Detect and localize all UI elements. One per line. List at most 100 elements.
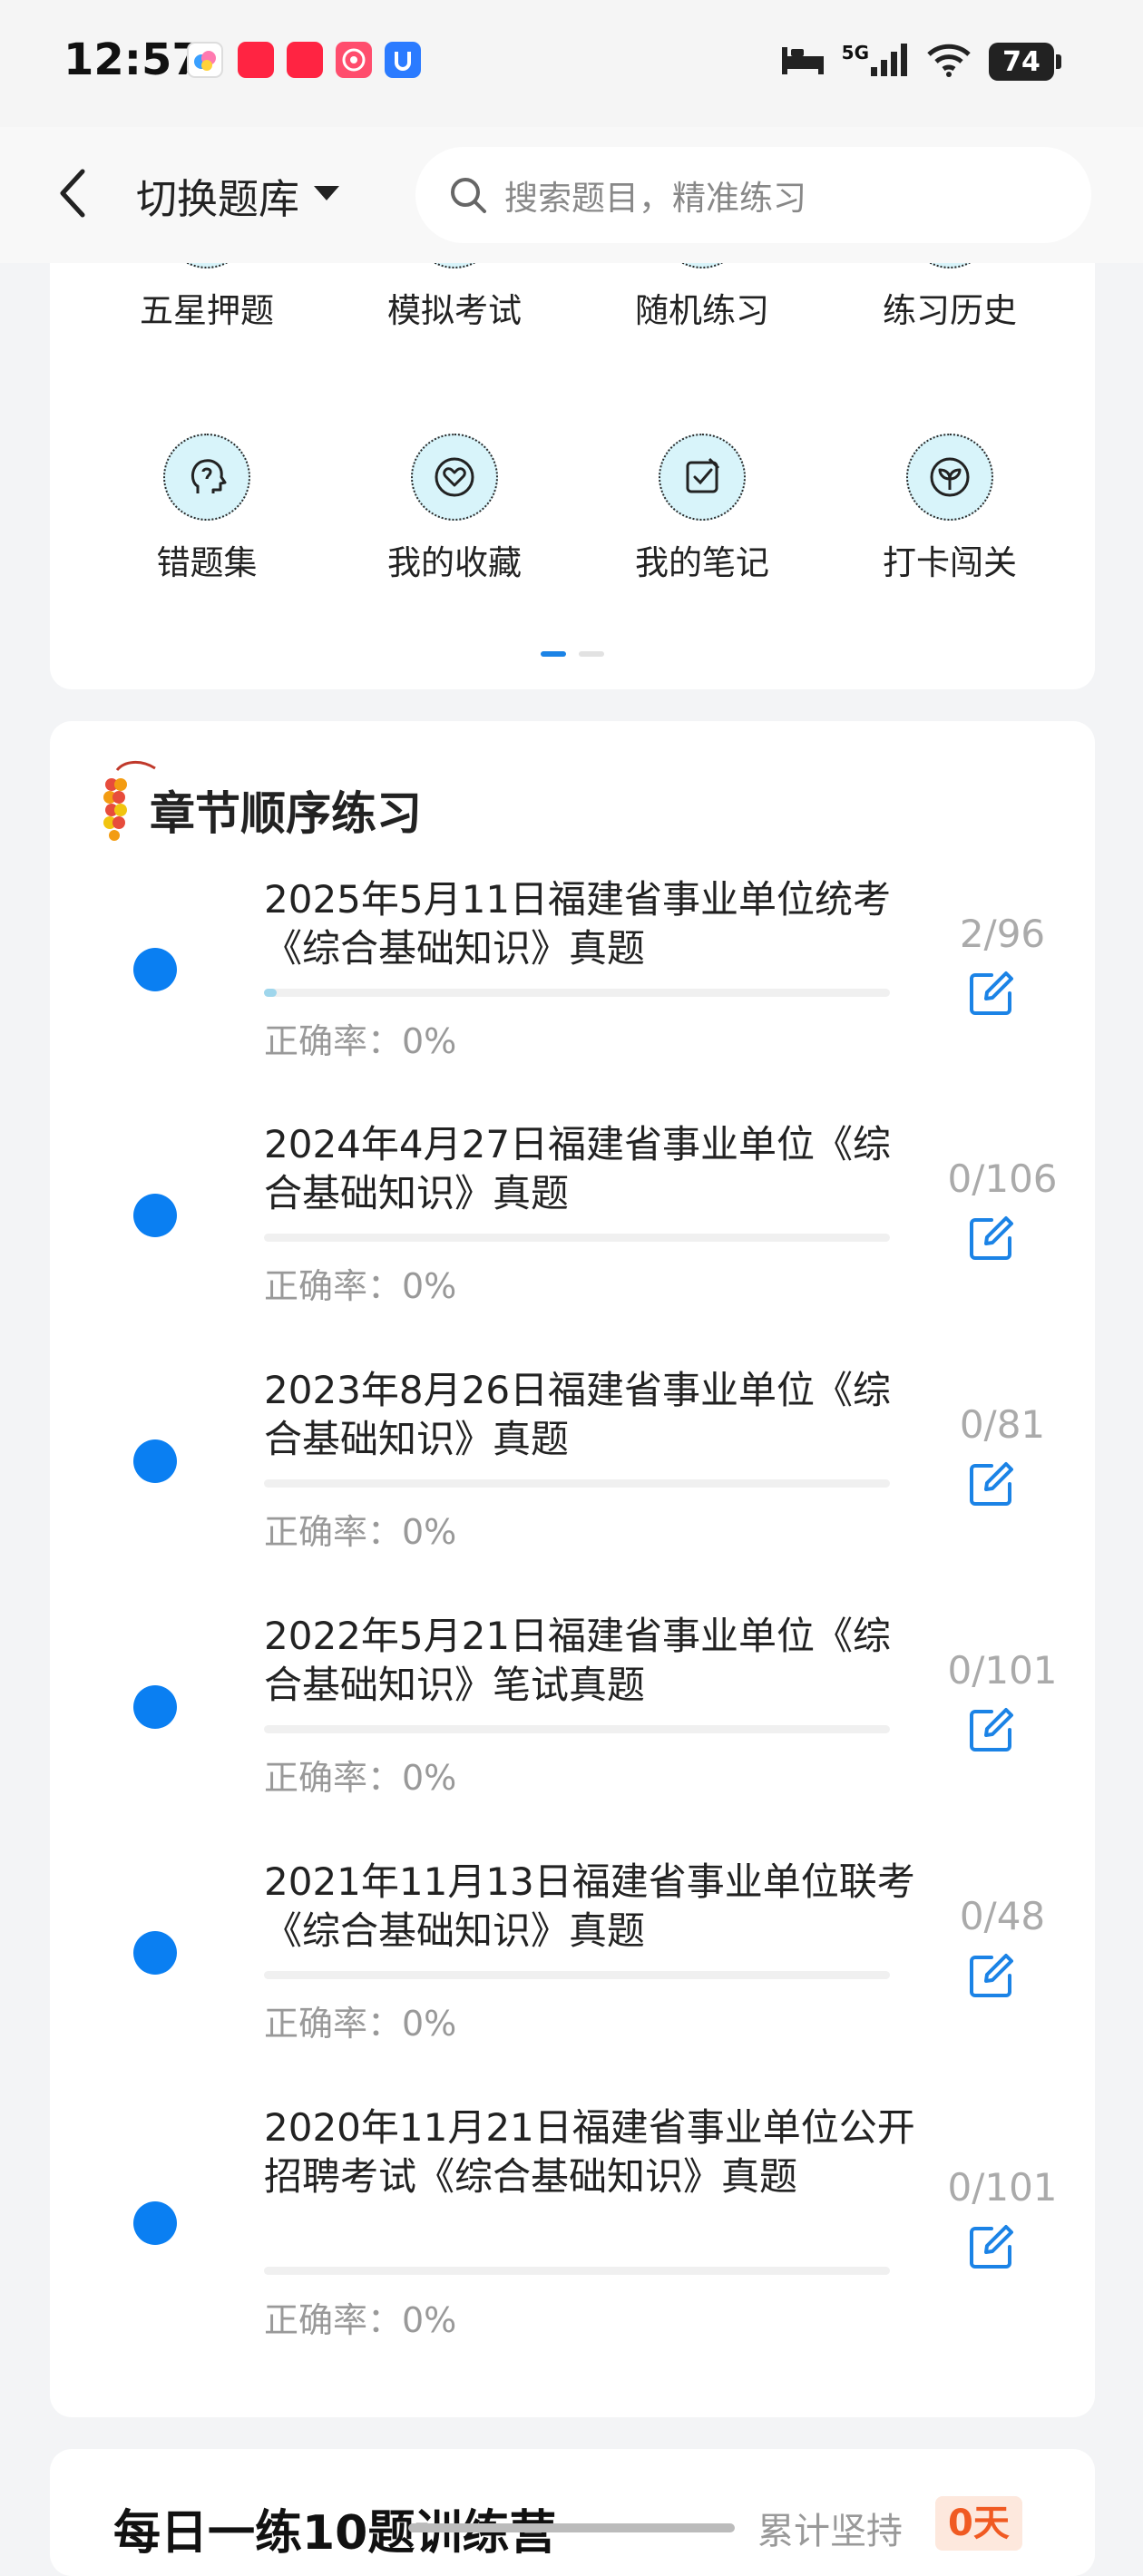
chapter-accuracy: 正确率：0% [264, 2004, 457, 2044]
switch-bank-button[interactable]: 切换题库 [136, 165, 341, 225]
xiaohongshu-icon [287, 42, 323, 78]
menu-label: 模拟考试 [387, 291, 522, 330]
page-indicator [50, 651, 1095, 657]
chapter-progress-fill [264, 989, 277, 997]
chapter-bullet [133, 1439, 177, 1483]
menu-label: 练习历史 [883, 291, 1017, 330]
chapter-card-title: 章节顺序练习 [150, 787, 422, 840]
chapter-practice-card: 章节顺序练习 2025年5月11日福建省事业单位统考《综合基础知识》真题 正确率… [50, 721, 1095, 2417]
chapter-item-title: 2023年8月26日福建省事业单位《综合基础知识》真题 [264, 1368, 892, 1461]
random-icon [659, 263, 746, 268]
menu-label: 我的收藏 [387, 543, 522, 582]
chapter-item-title: 2021年11月13日福建省事业单位联考《综合基础知识》真题 [264, 1859, 915, 1953]
menu-item-notes[interactable]: 我的笔记 [611, 434, 793, 584]
menu-label: 打卡闯关 [883, 543, 1017, 582]
head-icon [163, 434, 250, 521]
daily-training-card[interactable]: 每日一练10题训练营 累计坚持 0天 [50, 2449, 1095, 2576]
chapter-count: 2/96 [959, 912, 1046, 956]
home-indicator[interactable] [408, 2523, 735, 2532]
chapter-count: 0/101 [947, 1648, 1058, 1693]
menu-item-mock-exam[interactable]: 模拟考试 [364, 263, 545, 332]
xiaohongshu-icon [238, 42, 274, 78]
cloud-app-icon [187, 42, 223, 78]
caret-down-icon [312, 184, 341, 206]
menu-label: 随机练习 [635, 291, 769, 330]
quick-menu-card: 五星押题 模拟考试 随机练习 练习历史 错题集 我的收藏 我的笔记 打卡闯关 [50, 263, 1095, 689]
chapter-progress-bar [264, 1971, 890, 1979]
menu-item-favorites[interactable]: 我的收藏 [364, 434, 545, 584]
chapter-count: 0/106 [947, 1156, 1058, 1201]
search-icon [448, 173, 492, 217]
chapter-bullet [133, 1194, 177, 1237]
menu-item-practice-history[interactable]: 练习历史 [859, 263, 1040, 332]
page-dot [579, 651, 604, 657]
chapter-item[interactable]: 2022年5月21日福建省事业单位《综合基础知识》笔试真题 正确率：0% 0/1… [50, 1612, 1095, 1848]
chevron-left-icon [57, 168, 88, 222]
blue-app-icon [385, 42, 421, 78]
chapter-bullet [133, 948, 177, 991]
menu-label: 我的笔记 [635, 543, 769, 582]
edit-icon[interactable] [966, 968, 1021, 1022]
network-type: 5G [841, 42, 869, 63]
edit-icon[interactable] [966, 1704, 1021, 1759]
page-dot-active [541, 651, 566, 657]
menu-label: 错题集 [156, 543, 258, 582]
edit-icon[interactable] [966, 1213, 1021, 1267]
menu-label: 五星押题 [140, 291, 274, 330]
chapter-progress-bar [264, 1234, 890, 1242]
chapter-accuracy: 正确率：0% [264, 1758, 457, 1798]
wifi-icon [925, 42, 972, 82]
chapter-count: 0/101 [947, 2165, 1058, 2210]
chapter-item-title: 2025年5月11日福建省事业单位统考《综合基础知识》真题 [264, 877, 892, 971]
back-button[interactable] [50, 163, 95, 227]
chapter-count: 0/48 [959, 1894, 1046, 1938]
chapter-progress-bar [264, 1479, 890, 1488]
five-star-icon [163, 263, 250, 268]
chapter-item[interactable]: 2025年5月11日福建省事业单位统考《综合基础知识》真题 正确率：0% 2/9… [50, 875, 1095, 1111]
top-header: 切换题库 搜索题目，精准练习 [0, 127, 1143, 263]
chapter-accuracy: 正确率：0% [264, 1512, 457, 1552]
daily-streak-label: 累计坚持 [757, 2511, 903, 2552]
history-icon [906, 263, 993, 268]
signal-icon [869, 42, 909, 82]
chapter-item[interactable]: 2023年8月26日福建省事业单位《综合基础知识》真题 正确率：0% 0/81 [50, 1366, 1095, 1602]
menu-item-five-star[interactable]: 五星押题 [116, 263, 298, 332]
menu-item-check-in[interactable]: 打卡闯关 [859, 434, 1040, 584]
edit-icon[interactable] [966, 1459, 1021, 1513]
chapter-accuracy: 正确率：0% [264, 2300, 457, 2340]
chapter-accuracy: 正确率：0% [264, 1266, 457, 1306]
chapter-count: 0/81 [959, 1402, 1046, 1447]
heart-icon [411, 434, 498, 521]
switch-bank-label: 切换题库 [136, 174, 300, 223]
battery-tip [1056, 54, 1061, 69]
chapter-progress-bar [264, 989, 890, 997]
camera-app-icon [336, 42, 372, 78]
chapter-bullet [133, 1685, 177, 1729]
chapter-item-title: 2020年11月21日福建省事业单位公开招聘考试《综合基础知识》真题 [264, 2105, 915, 2199]
status-bar: 12:57 5G 74 [0, 0, 1143, 127]
edit-icon[interactable] [966, 2221, 1021, 2276]
edit-icon[interactable] [966, 1950, 1021, 2005]
chapter-item[interactable]: 2021年11月13日福建省事业单位联考《综合基础知识》真题 正确率：0% 0/… [50, 1858, 1095, 2093]
chapter-accuracy: 正确率：0% [264, 1021, 457, 1061]
chapter-bullet [133, 1931, 177, 1975]
search-input[interactable]: 搜索题目，精准练习 [415, 147, 1091, 243]
status-time: 12:57 [64, 34, 202, 85]
menu-item-wrong-questions[interactable]: 错题集 [116, 434, 298, 584]
note-check-icon [659, 434, 746, 521]
bed-icon [780, 44, 826, 80]
chapter-item-title: 2024年4月27日福建省事业单位《综合基础知识》真题 [264, 1122, 892, 1215]
chapter-bullet [133, 2201, 177, 2245]
battery-icon: 74 [989, 43, 1054, 81]
chapter-item[interactable]: 2024年4月27日福建省事业单位《综合基础知识》真题 正确率：0% 0/106 [50, 1120, 1095, 1356]
sprout-icon [906, 434, 993, 521]
chapter-progress-bar [264, 1725, 890, 1733]
chapter-item[interactable]: 2020年11月21日福建省事业单位公开招聘考试《综合基础知识》真题 正确率：0… [50, 2103, 1095, 2394]
chapter-item-title: 2022年5月21日福建省事业单位《综合基础知识》笔试真题 [264, 1614, 892, 1707]
chapter-progress-bar [264, 2267, 890, 2275]
menu-item-random-practice[interactable]: 随机练习 [611, 263, 793, 332]
daily-days-badge: 0天 [935, 2496, 1022, 2551]
status-indicators: 5G 74 [780, 36, 1061, 87]
search-placeholder: 搜索题目，精准练习 [504, 179, 806, 218]
exam-icon [411, 263, 498, 268]
